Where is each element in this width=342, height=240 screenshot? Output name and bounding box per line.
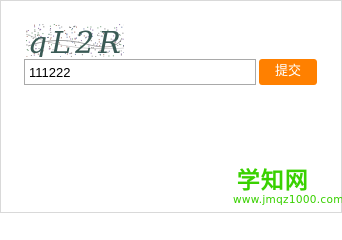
captcha-svg: qL2R — [26, 24, 124, 57]
submit-button[interactable]: 提交 — [259, 59, 317, 85]
captcha-text: qL2R — [28, 26, 124, 57]
captcha-image: qL2R — [26, 24, 124, 57]
captcha-code-input[interactable] — [24, 59, 256, 85]
watermark-title: 学知网 — [237, 168, 309, 194]
watermark-url: www.jmqz1000.com — [233, 194, 342, 206]
